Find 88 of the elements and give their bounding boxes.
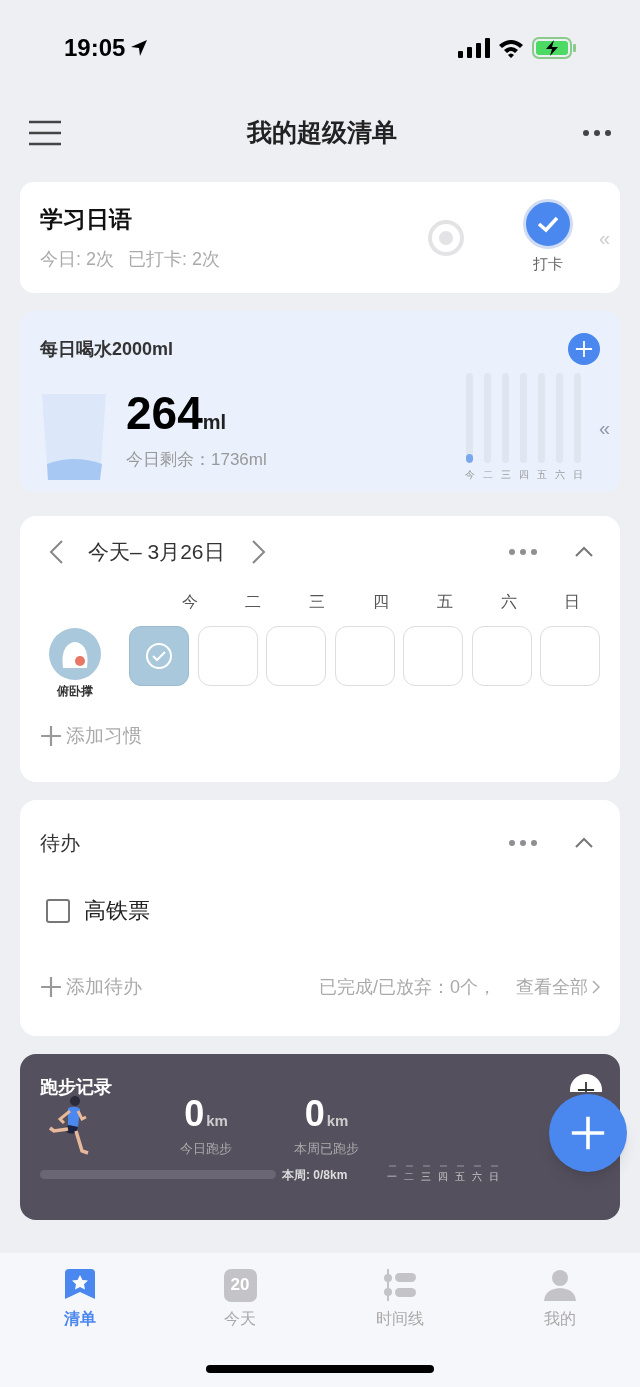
tab-item[interactable]: 20 今天 [160, 1267, 320, 1331]
plus-icon [575, 340, 593, 358]
plus-icon [570, 1115, 606, 1151]
date-label: 今天– 3月26日 [88, 539, 225, 565]
weekday-label: 四 [372, 591, 390, 612]
habit-day-checkbox[interactable] [540, 625, 600, 686]
location-arrow-icon [129, 37, 150, 58]
signal-icon [458, 37, 490, 58]
habit-day-checkbox[interactable] [403, 625, 463, 686]
status-time: 19:05 [64, 32, 126, 63]
weekday-label: 五 [536, 468, 547, 482]
week-run-label: 本周已跑步 [294, 1139, 359, 1158]
check-icon [535, 214, 560, 235]
habit-day-checkbox[interactable] [266, 625, 326, 686]
weekday-label: 四 [438, 1170, 449, 1184]
habit-avatar-icon [48, 627, 101, 680]
target-icon [426, 218, 465, 257]
tab-item[interactable]: 清单 [0, 1267, 160, 1331]
habit-title: 学习日语 [40, 204, 133, 234]
todo-item[interactable]: 高铁票 [84, 894, 150, 927]
add-habit-button[interactable]: 添加习惯 [40, 721, 142, 750]
today-unit: km [206, 1111, 228, 1131]
more-icon[interactable] [582, 128, 612, 137]
habit-card[interactable]: 学习日语 今日: 2次 已打卡: 2次 打卡 « [20, 182, 620, 293]
weekday-label: 今 [464, 468, 475, 482]
timeline-icon [383, 1268, 417, 1302]
today-distance: 0 [184, 1096, 205, 1132]
weekday-label: 三 [500, 468, 511, 482]
water-remaining: 今日剩余：1736ml [126, 448, 267, 471]
add-water-button[interactable] [568, 333, 600, 365]
weekday-label: 日 [563, 591, 582, 612]
collapse-icon[interactable] [574, 545, 594, 558]
weekday-label: 一 [387, 1170, 398, 1184]
water-amount: 264 [126, 389, 203, 436]
weekday-label: 五 [435, 591, 454, 612]
plus-icon [40, 724, 62, 747]
weekday-label: 日 [572, 468, 583, 482]
completed-summary: 已完成/已放弃：0个， [319, 975, 496, 999]
water-unit: ml [202, 410, 227, 435]
tab-item[interactable]: 我的 [480, 1267, 640, 1331]
previous-icon[interactable] [48, 538, 64, 565]
weekday-label: 五 [455, 1170, 466, 1184]
next-icon[interactable] [250, 538, 267, 565]
view-all-link[interactable]: 查看全部 [516, 973, 600, 1001]
add-todo-button[interactable]: 添加待办 [40, 973, 142, 1002]
star-bookmark-icon [64, 1268, 96, 1302]
add-run-button[interactable] [570, 1074, 602, 1092]
habit-day-checkbox[interactable] [471, 625, 532, 686]
habit-name: 俯卧撑 [56, 682, 93, 700]
habit-day-checkbox[interactable] [197, 625, 258, 686]
todo-title: 待办 [40, 831, 80, 856]
weekday-label: 六 [472, 1170, 483, 1184]
weekday-label: 六 [554, 468, 565, 482]
today-count: 今日: 2次 [40, 248, 114, 272]
habit-day-checkbox[interactable] [334, 625, 395, 686]
weekday-label: 二 [244, 591, 263, 612]
todo-checkbox[interactable] [46, 898, 70, 923]
page-title: 我的超级清单 [247, 116, 397, 148]
week-distance: 0 [304, 1096, 325, 1132]
habit-day-checkbox[interactable] [129, 625, 189, 686]
running-title: 跑步记录 [40, 1076, 112, 1099]
swipe-hint-icon: « [598, 227, 610, 248]
weekday-label: 三 [421, 1170, 432, 1184]
weekday-label: 三 [308, 591, 327, 612]
chevron-right-icon [592, 980, 600, 995]
checkin-count: 已打卡: 2次 [128, 248, 221, 272]
weekday-label: 二 [404, 1170, 415, 1184]
weekday-label: 六 [499, 591, 518, 612]
checkin-label: 打卡 [532, 254, 563, 275]
weekday-label: 四 [518, 468, 529, 482]
weekly-progress-label: 本周: 0/8km [282, 1166, 348, 1184]
calendar-icon: 20 [223, 1268, 257, 1302]
wifi-icon [498, 37, 524, 58]
weekday-label: 日 [489, 1170, 500, 1184]
today-run-label: 今日跑步 [180, 1139, 232, 1158]
person-icon [543, 1268, 577, 1302]
menu-icon[interactable] [28, 119, 62, 146]
collapse-icon[interactable] [574, 837, 594, 849]
weekday-label: 今 [180, 591, 199, 612]
water-title: 每日喝水2000ml [40, 337, 174, 361]
battery-icon [532, 36, 576, 59]
week-unit: km [326, 1111, 349, 1131]
swipe-hint-icon: « [598, 417, 610, 438]
tab-item[interactable]: 时间线 [320, 1267, 480, 1331]
running-card[interactable]: 跑步记录 0 km 今日跑步 0km 本周已跑步 本周: 0/8km 一 二 三 四 五 六 日 [20, 1054, 620, 1220]
plus-icon [40, 976, 62, 999]
check-circle-icon [144, 640, 174, 671]
water-glass-icon [40, 392, 108, 482]
